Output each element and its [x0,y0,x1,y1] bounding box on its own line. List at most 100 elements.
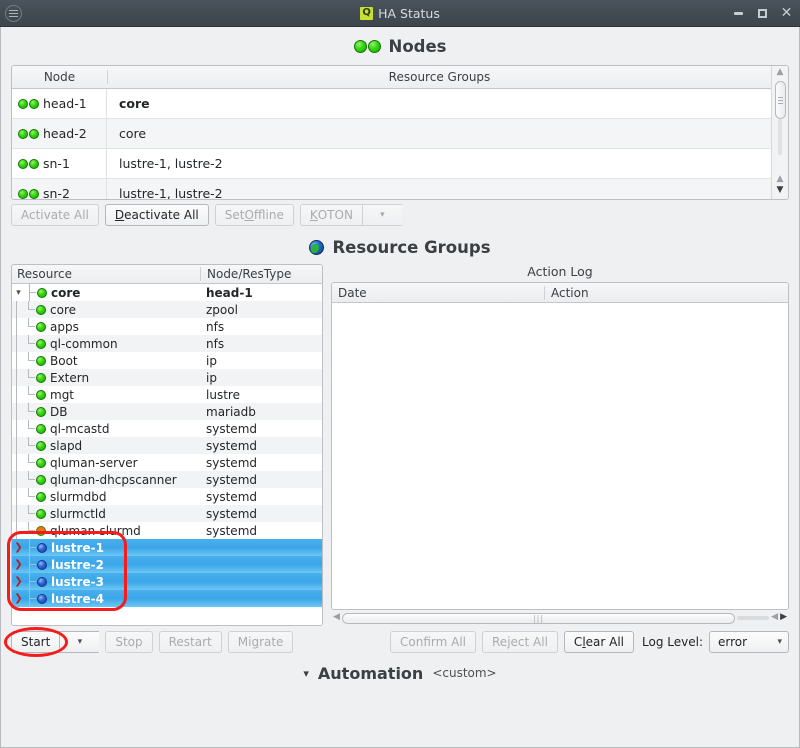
automation-row[interactable]: ▾ Automation <custom> [11,658,789,688]
column-header-date[interactable]: Date [332,286,544,300]
node-row[interactable]: head-1 core [12,89,771,119]
log-level-select[interactable]: error [709,631,789,653]
tree-row[interactable]: DB mariadb [12,403,322,420]
resource-name: slapd [50,438,83,453]
tree-resource-cell: ql-mcastd [12,420,200,437]
tree-twisty-collapsed-icon[interactable]: ❯ [12,559,25,570]
tree-twisty-expanded-icon[interactable]: ▾ [12,288,25,298]
stop-button[interactable]: Stop [105,631,153,653]
resource-status-dot-icon [36,440,46,451]
deactivate-all-button[interactable]: Deactivate All [104,204,209,226]
tree-row[interactable]: mgt lustre [12,386,322,403]
confirm-all-button[interactable]: Confirm All [390,631,476,653]
reject-all-button[interactable]: Re j ect All [482,631,558,653]
node-name: sn-2 [43,186,70,199]
column-header-resource[interactable]: Resource [12,267,200,281]
koton-button-dropdown-arrow[interactable]: ▾ [361,204,402,226]
tree-row[interactable]: apps nfs [12,318,322,335]
tree-resource-cell: ❯ lustre-4 [12,590,200,607]
resource-status-dot-icon [37,542,47,553]
tree-line [12,386,24,403]
tree-resource-cell: apps [12,318,200,335]
minimize-button[interactable] [729,4,748,23]
column-header-nodetype[interactable]: Node/ResType [200,267,322,281]
tree-row[interactable]: slurmctld systemd [12,505,322,522]
tree-line [24,335,36,352]
tree-row[interactable]: ql-common nfs [12,335,322,352]
column-header-resource-groups[interactable]: Resource Groups [107,70,771,84]
resource-action-buttons: Start ▾ Stop Restart Mi g rate [11,631,294,653]
clear-all-button[interactable]: Cl ear All [563,631,635,653]
tree-row-selected[interactable]: ❯ lustre-4 [12,590,322,607]
resource-type: systemd [206,472,257,487]
tree-row[interactable]: qluman-dhcpscanner systemd [12,471,322,488]
nodes-table-header: Node Resource Groups [12,66,771,89]
hscrollbar-track[interactable] [737,616,770,620]
tree-row[interactable]: Extern ip [12,369,322,386]
action-log-body [332,303,788,609]
set-offline-button[interactable]: Set Offline [214,204,294,226]
node-row[interactable]: head-2 core [12,119,771,149]
tree-row[interactable]: qluman-server systemd [12,454,322,471]
tree-row[interactable]: qluman-slurmd systemd [12,522,322,539]
nodes-vertical-scrollbar[interactable]: ▲ ▲ ▼ [771,66,788,199]
window-menu-button[interactable] [0,0,27,27]
scroll-up-arrow-icon[interactable]: ▲ [777,68,784,79]
scrollbar-track[interactable] [778,119,782,155]
scroll-down-arrow-icon[interactable]: ▼ [777,186,784,197]
resource-status-dot-icon [36,338,46,349]
tree-line [24,420,36,437]
hscrollbar-thumb[interactable]: ||| [341,612,736,624]
window-controls: ✕ [729,4,796,23]
resource-name: core [50,302,76,317]
scroll-right-arrow-icon[interactable]: ▶ [780,612,787,624]
tree-resource-cell: DB [12,403,200,420]
node-status-dots-icon [18,158,39,169]
tree-row-selected[interactable]: ❯ lustre-1 [12,539,322,556]
scroll-left-arrow-icon[interactable]: ◀ [333,612,340,624]
node-row[interactable]: sn-1 lustre-1, lustre-2 [12,149,771,179]
nodes-table-body: head-1 core head-2 core sn-1 lustre-1, lustre… [12,89,771,199]
migrate-button[interactable]: Mi g rate [227,631,294,653]
scroll-left-arrow-icon-2[interactable]: ◀ [771,612,778,624]
node-row[interactable]: sn-2 lustre-1, lustre-2 [12,179,771,199]
resource-type: systemd [206,506,257,521]
start-button-dropdown-arrow[interactable]: ▾ [59,631,100,653]
tree-twisty-collapsed-icon[interactable]: ❯ [12,593,25,604]
tree-row[interactable]: slurmdbd systemd [12,488,322,505]
resource-name: DB [50,404,68,419]
automation-label: Automation [317,663,424,683]
tree-row[interactable]: ql-mcastd systemd [12,420,322,437]
tree-line [12,301,24,318]
tree-row[interactable]: core zpool [12,301,322,318]
maximize-button[interactable] [753,4,772,23]
start-button[interactable]: Start [11,631,60,653]
tree-resource-cell: ▾ core [12,284,200,301]
resource-status-dot-icon [36,406,46,417]
tree-row-selected[interactable]: ❯ lustre-2 [12,556,322,573]
resource-name: ql-common [50,336,118,351]
tree-row[interactable]: slapd systemd [12,437,322,454]
column-header-node[interactable]: Node [12,70,107,84]
scrollbar-thumb[interactable] [774,81,786,119]
resource-type: head-1 [206,285,253,300]
action-log-horizontal-scrollbar[interactable]: ◀ ||| ◀ ▶ [331,610,789,626]
resource-groups-area: Resource Node/ResType ▾ core head-1 core zpo… [11,264,789,626]
restart-button[interactable]: Restart [158,631,222,653]
tree-twisty-collapsed-icon[interactable]: ❯ [12,576,25,587]
tree-row[interactable]: ▾ core head-1 [12,284,322,301]
koton-button[interactable]: K OTON [299,204,362,226]
tree-twisty-collapsed-icon[interactable]: ❯ [12,542,25,553]
tree-row[interactable]: Boot ip [12,352,322,369]
tree-line [25,539,37,556]
resource-status-dot-icon [36,423,46,434]
tree-row-selected[interactable]: ❯ lustre-3 [12,573,322,590]
tree-resource-cell: Boot [12,352,200,369]
resource-name: slurmctld [50,506,106,521]
column-header-action[interactable]: Action [544,285,788,300]
resource-name: core [51,285,81,300]
resource-name: lustre-1 [51,540,104,555]
activate-all-button[interactable]: Activate All [11,204,99,226]
close-button[interactable]: ✕ [777,4,796,23]
node-status-dots-icon [18,188,39,199]
